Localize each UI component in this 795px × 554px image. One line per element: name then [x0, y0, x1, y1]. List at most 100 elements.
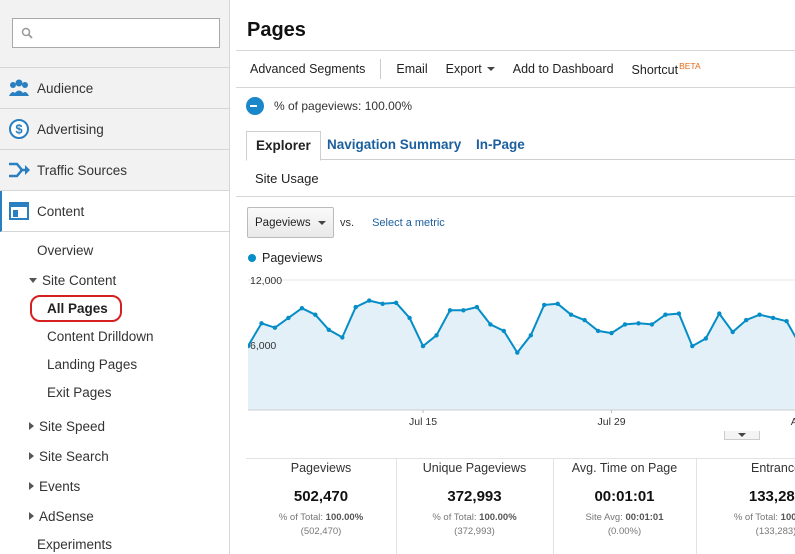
data-point[interactable]: [286, 315, 291, 321]
data-point[interactable]: [757, 312, 762, 317]
site-search-label: Site Search: [39, 449, 109, 464]
data-point[interactable]: [568, 312, 574, 317]
data-point[interactable]: [501, 328, 506, 334]
data-point[interactable]: [434, 333, 439, 338]
data-point[interactable]: [380, 301, 385, 306]
sidebar-item-exit-pages[interactable]: Exit Pages: [47, 385, 112, 400]
sidebar-item-landing-pages[interactable]: Landing Pages: [47, 357, 137, 372]
data-point[interactable]: [326, 327, 331, 332]
chart-collapse-button[interactable]: [724, 431, 760, 440]
collapsed-arrow-icon: [29, 452, 34, 460]
tab-explorer[interactable]: Explorer: [246, 131, 321, 161]
data-point[interactable]: [582, 317, 587, 323]
traffic-sources-icon: [8, 159, 30, 181]
data-point[interactable]: [340, 335, 345, 340]
data-point[interactable]: [299, 306, 305, 311]
stats-scorecard: Pageviews 502,470 % of Total: 100.00% (502,…: [246, 458, 795, 554]
stat-percent: % of Total: 100.00%: [246, 512, 396, 523]
sidebar-item-experiments[interactable]: Experiments: [37, 537, 112, 552]
nav-traffic-sources[interactable]: Traffic Sources: [0, 150, 229, 191]
data-point[interactable]: [407, 315, 412, 321]
stat-total: (133,283): [755, 526, 795, 537]
data-point[interactable]: [272, 325, 278, 330]
data-point[interactable]: [367, 298, 372, 303]
expanded-arrow-icon: [29, 278, 37, 283]
sidebar-item-overview[interactable]: Overview: [37, 243, 93, 258]
stat-label: Pageviews: [290, 461, 352, 475]
report-tabs: Explorer Navigation Summary In-Page: [246, 131, 795, 161]
sidebar-item-content-drilldown[interactable]: Content Drilldown: [47, 329, 154, 344]
data-point[interactable]: [595, 328, 601, 334]
data-point[interactable]: [703, 336, 708, 341]
content-submenu: Overview Site Content All Pages Content …: [0, 232, 229, 554]
data-point[interactable]: [528, 333, 533, 338]
search-box[interactable]: [12, 18, 220, 48]
stat-label: Unique Pageviews: [422, 461, 527, 475]
stat-value: 00:01:01: [594, 488, 655, 505]
stat-total: (372,993): [454, 526, 495, 537]
stat-percent-prefix: Site Avg:: [585, 512, 626, 523]
data-point[interactable]: [353, 304, 358, 310]
data-point[interactable]: [784, 319, 789, 324]
data-point[interactable]: [622, 322, 628, 327]
data-point[interactable]: [259, 321, 264, 326]
highlight-oval: [30, 295, 122, 322]
data-point[interactable]: [744, 317, 749, 323]
nav-traffic-sources-label: Traffic Sources: [37, 162, 128, 178]
shortcut-button[interactable]: ShortcutBETA: [632, 61, 701, 77]
tab-in-page[interactable]: In-Page: [467, 131, 534, 160]
search-icon: [21, 27, 33, 39]
nav-advertising[interactable]: $ Advertising: [0, 109, 229, 150]
data-point[interactable]: [555, 301, 560, 306]
metric-row: Pageviews vs. Select a metric: [247, 207, 445, 238]
y-tick-label: 6,000: [250, 340, 276, 352]
data-point[interactable]: [609, 330, 614, 336]
advanced-segments-button[interactable]: Advanced Segments: [250, 62, 365, 76]
data-point[interactable]: [649, 322, 655, 327]
data-point[interactable]: [770, 315, 776, 321]
data-point[interactable]: [313, 312, 318, 317]
legend-dot: [248, 254, 256, 262]
select-metric-link[interactable]: Select a metric: [372, 217, 445, 229]
data-point[interactable]: [676, 311, 682, 316]
export-button[interactable]: Export: [446, 62, 495, 76]
data-point[interactable]: [474, 304, 480, 310]
nav-audience[interactable]: Audience: [0, 68, 229, 109]
data-point[interactable]: [488, 322, 493, 327]
sidebar-item-site-speed[interactable]: Site Speed: [29, 419, 105, 434]
site-usage-tab[interactable]: Site Usage: [236, 160, 795, 197]
nav-advertising-label: Advertising: [37, 121, 104, 137]
chevron-down-icon: [486, 67, 495, 71]
search-input[interactable]: [13, 19, 219, 47]
collapsed-arrow-icon: [29, 482, 34, 490]
sidebar-item-site-content[interactable]: Site Content: [29, 273, 116, 288]
email-button[interactable]: Email: [396, 62, 427, 76]
stat-percent-prefix: % of Total:: [432, 512, 480, 523]
events-label: Events: [39, 479, 81, 494]
data-point[interactable]: [447, 308, 453, 313]
pageviews-chart[interactable]: 12,000 6,000 Jul 15 Jul 29 Aug: [248, 272, 795, 432]
metric-dropdown[interactable]: Pageviews: [247, 207, 334, 238]
data-point[interactable]: [542, 302, 547, 308]
data-point[interactable]: [393, 300, 399, 305]
sidebar-item-events[interactable]: Events: [29, 479, 80, 494]
stat-box: Entrance 133,283 % of Total: 100.00% (133,2…: [696, 459, 795, 554]
stat-box: Unique Pageviews 372,993 % of Total: 100.0…: [396, 459, 553, 554]
data-point[interactable]: [636, 321, 641, 326]
data-point[interactable]: [515, 350, 520, 355]
segment-pie-icon[interactable]: [246, 97, 264, 115]
data-point[interactable]: [663, 312, 668, 317]
add-to-dashboard-button[interactable]: Add to Dashboard: [513, 62, 614, 76]
nav-content[interactable]: Content: [0, 191, 229, 232]
sidebar-item-adsense[interactable]: AdSense: [29, 509, 94, 524]
data-point[interactable]: [717, 311, 722, 316]
data-point[interactable]: [420, 343, 426, 349]
data-point[interactable]: [461, 308, 466, 313]
stat-total: (0.00%): [607, 526, 642, 537]
data-point[interactable]: [730, 329, 735, 335]
stat-label: Avg. Time on Page: [571, 461, 678, 475]
tab-navigation-summary[interactable]: Navigation Summary: [318, 131, 470, 160]
sidebar-item-site-search[interactable]: Site Search: [29, 449, 109, 464]
data-point[interactable]: [690, 343, 695, 349]
stat-percent: Site Avg: 00:01:01: [553, 512, 696, 523]
